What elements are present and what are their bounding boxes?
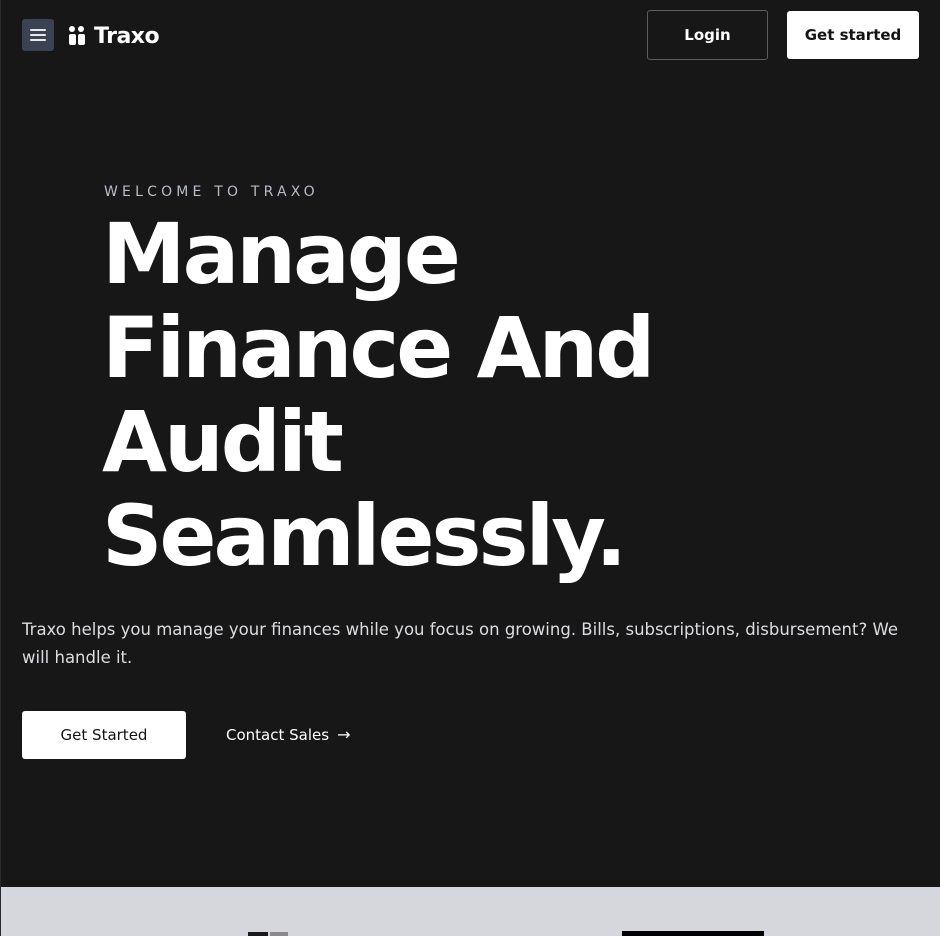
hero-description: Traxo helps you manage your finances whi…	[22, 620, 898, 667]
headline-line: Manage	[102, 205, 461, 303]
hero-get-started-button[interactable]: Get Started	[22, 711, 186, 759]
partner-logo-fragment	[270, 932, 288, 936]
brand-logo[interactable]: Traxo	[69, 20, 160, 52]
hero-eyebrow: WELCOME TO TRAXO	[104, 184, 319, 200]
hamburger-menu-icon[interactable]	[22, 19, 54, 51]
hero-headline: Manage Finance And Audit Seamlessly.	[102, 207, 742, 583]
login-button[interactable]: Login	[647, 10, 768, 60]
brand-name: Traxo	[94, 23, 160, 49]
menu-bar	[30, 29, 46, 31]
arrow-right-icon: →	[337, 725, 351, 744]
headline-line: Finance And	[102, 299, 655, 397]
dark-block	[622, 931, 764, 936]
landing-page: Traxo Login Get started WELCOME TO TRAXO…	[0, 0, 940, 936]
contact-sales-link[interactable]: Contact Sales →	[226, 722, 350, 748]
headline-line: Seamlessly.	[102, 487, 627, 585]
contact-sales-label: Contact Sales	[226, 726, 330, 744]
headline-line: Audit	[102, 393, 344, 491]
traxo-logo-icon	[69, 26, 86, 46]
partner-logo-fragment	[248, 932, 268, 936]
menu-bar	[30, 34, 46, 36]
lower-section	[1, 887, 940, 936]
menu-bar	[30, 39, 46, 41]
header-get-started-button[interactable]: Get started	[787, 11, 919, 59]
